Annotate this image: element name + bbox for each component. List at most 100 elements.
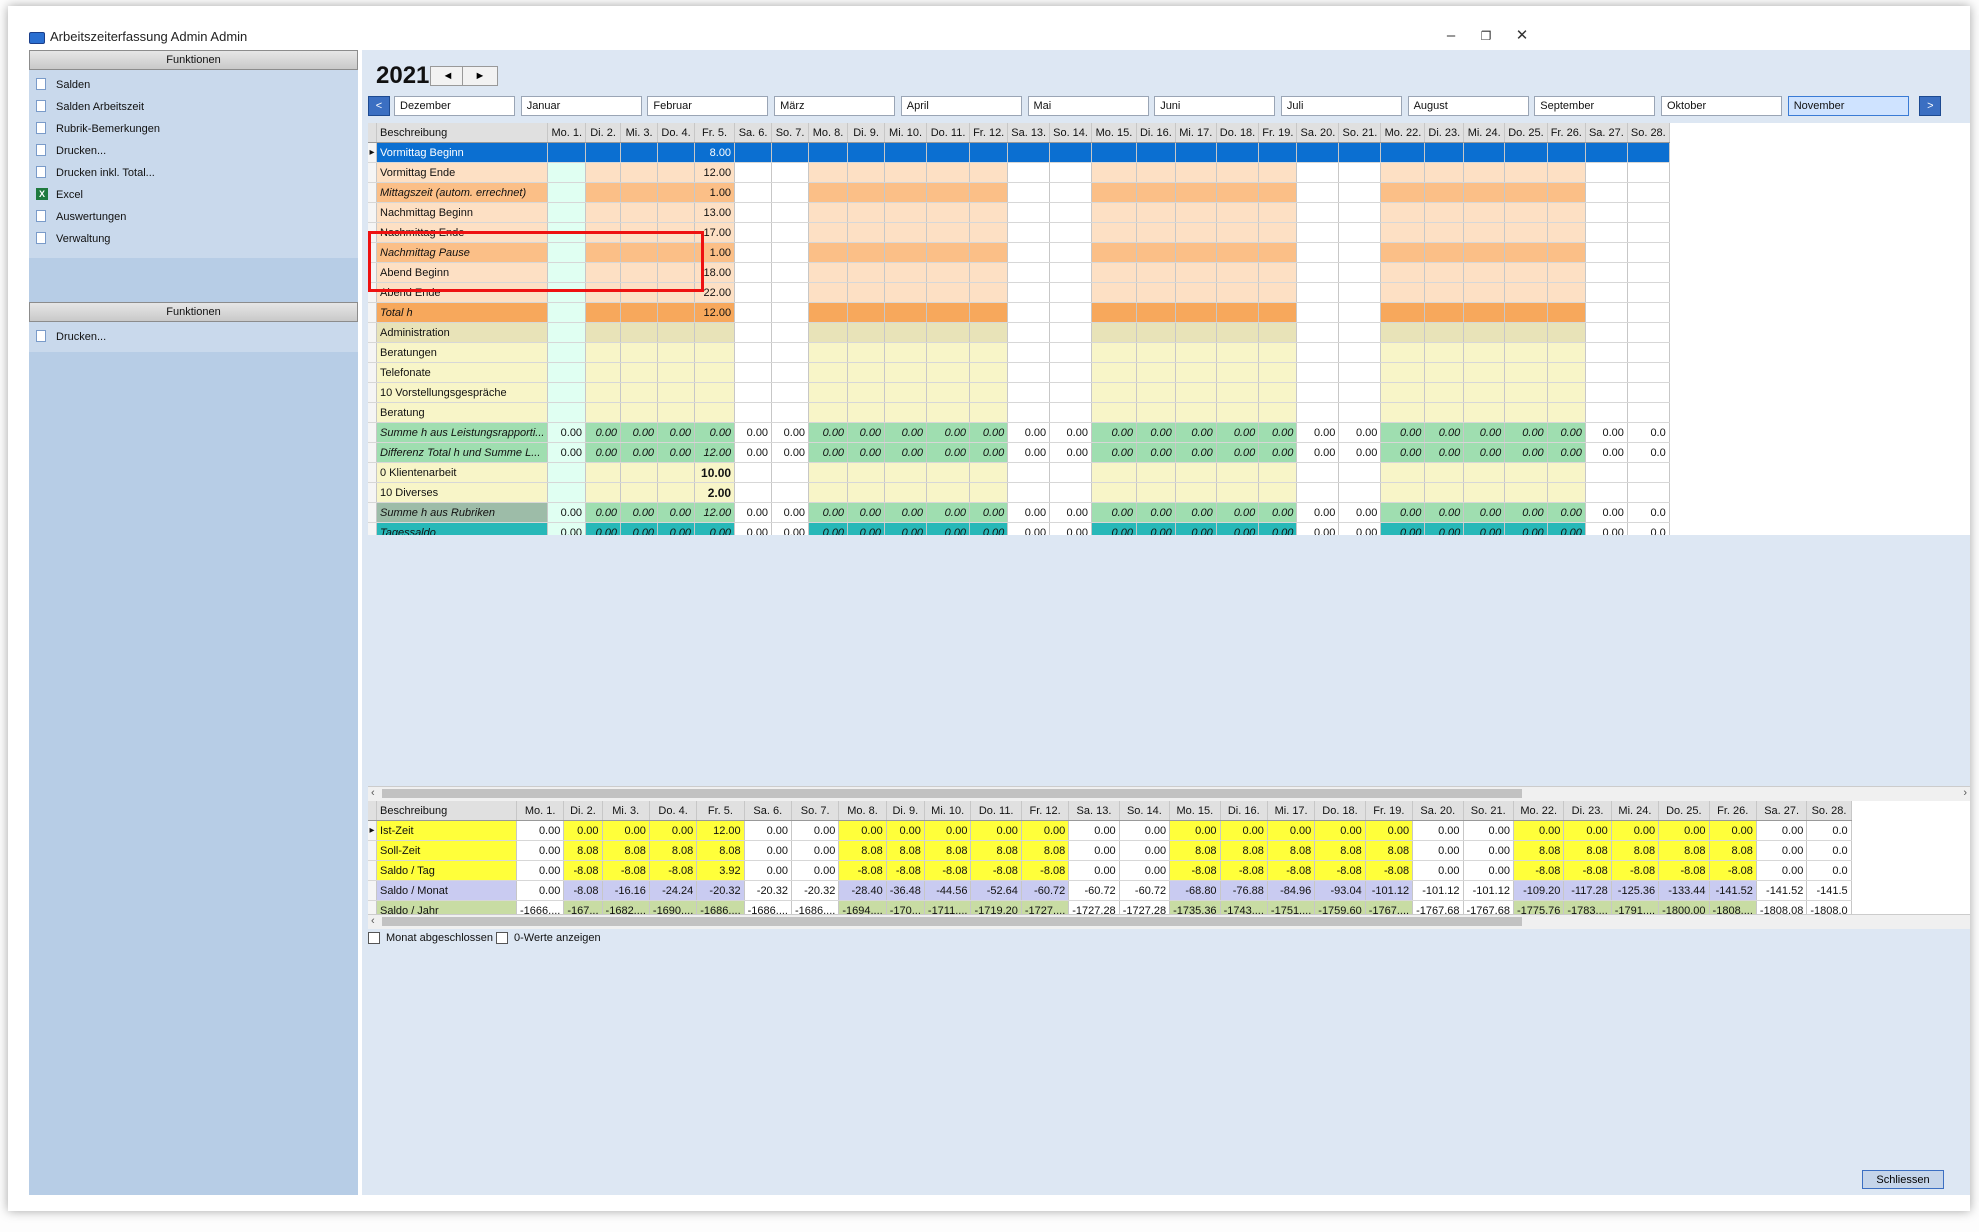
table-cell[interactable] (1463, 322, 1506, 343)
summary-cell[interactable]: 0.00 (516, 820, 565, 841)
table-cell[interactable] (1547, 462, 1586, 483)
table-cell[interactable] (1585, 362, 1628, 383)
table-cell[interactable] (771, 402, 810, 423)
summary-cell[interactable]: -1666.... (516, 900, 565, 915)
table-cell[interactable] (847, 202, 886, 223)
column-header-day[interactable]: Fr. 19. (1365, 801, 1414, 821)
table-row[interactable]: Administration (368, 322, 1670, 343)
table-cell[interactable] (847, 382, 886, 403)
summary-cell[interactable]: -1767.68 (1412, 900, 1464, 915)
table-cell[interactable]: 0.00 (1380, 422, 1426, 443)
table-cell[interactable] (585, 482, 622, 503)
table-cell[interactable]: 0.00 (1049, 422, 1092, 443)
table-cell[interactable] (1627, 262, 1670, 283)
table-cell[interactable] (734, 242, 773, 263)
table-cell[interactable] (1380, 322, 1426, 343)
table-cell[interactable]: 0.00 (585, 422, 622, 443)
table-cell[interactable] (1258, 142, 1298, 163)
table-cell[interactable] (1258, 402, 1298, 423)
column-header-day[interactable]: So. 21. (1463, 801, 1514, 821)
table-cell[interactable] (1380, 282, 1426, 303)
table-cell[interactable] (1136, 222, 1176, 243)
table-cell[interactable] (734, 462, 773, 483)
table-cell[interactable] (1380, 222, 1426, 243)
table-cell[interactable] (1585, 142, 1628, 163)
table-cell[interactable] (1504, 402, 1548, 423)
table-cell[interactable] (1424, 222, 1465, 243)
table-cell[interactable] (1175, 242, 1217, 263)
table-cell[interactable] (1424, 342, 1465, 363)
table-cell[interactable]: 0.00 (1175, 442, 1217, 463)
column-header-day[interactable]: Di. 9. (886, 801, 925, 821)
summary-cell[interactable]: -93.04 (1314, 880, 1366, 901)
column-header-day[interactable]: Mi. 3. (602, 801, 650, 821)
table-cell[interactable]: 0.00 (1175, 502, 1217, 523)
table-cell[interactable] (1585, 382, 1628, 403)
table-cell[interactable] (969, 482, 1009, 503)
table-cell[interactable] (1380, 462, 1426, 483)
table-cell[interactable]: 0.00 (1547, 502, 1586, 523)
summary-cell[interactable]: 0.00 (516, 840, 565, 861)
table-cell[interactable] (547, 182, 587, 203)
table-cell[interactable] (547, 242, 587, 263)
table-cell[interactable] (1175, 482, 1217, 503)
table-cell[interactable] (884, 322, 928, 343)
table-cell[interactable] (969, 162, 1009, 183)
table-cell[interactable] (1380, 142, 1426, 163)
summary-cell[interactable]: 0.00 (1365, 820, 1414, 841)
summary-cell[interactable]: -60.72 (1068, 880, 1120, 901)
summary-cell[interactable]: 0.00 (1068, 860, 1120, 881)
column-header-description[interactable]: Beschreibung (376, 801, 517, 821)
scroll-right-icon[interactable]: › (1963, 787, 1967, 799)
function-item[interactable]: Drucken inkl. Total... (29, 162, 358, 184)
table-cell[interactable]: 0.00 (969, 442, 1009, 463)
summary-cell[interactable]: 0.00 (1119, 860, 1171, 881)
table-cell[interactable] (969, 382, 1009, 403)
summary-cell[interactable]: -1686.... (791, 900, 840, 915)
table-cell[interactable]: 0.00 (620, 502, 659, 523)
table-cell[interactable] (1338, 322, 1382, 343)
summary-cell[interactable]: 0.00 (1314, 820, 1366, 841)
column-header-day[interactable]: Fr. 5. (696, 801, 745, 821)
table-row[interactable]: Nachmittag Pause 1.00 (368, 242, 1670, 263)
month-tab[interactable]: September (1534, 96, 1656, 116)
scroll-left-icon-2[interactable]: ‹ (371, 915, 375, 927)
table-cell[interactable] (620, 482, 659, 503)
table-cell[interactable] (1463, 162, 1506, 183)
table-cell[interactable] (1007, 222, 1051, 243)
column-header-day[interactable]: So. 14. (1119, 801, 1171, 821)
next-year-button[interactable]: ► (462, 66, 498, 86)
table-cell[interactable] (585, 242, 622, 263)
summary-cell[interactable]: -8.08 (602, 860, 650, 881)
table-cell[interactable] (969, 342, 1009, 363)
table-cell[interactable] (1380, 302, 1426, 323)
maximize-button[interactable]: ❐ (1471, 26, 1501, 46)
summary-cell[interactable]: 8.08 (1021, 840, 1070, 861)
table-cell[interactable] (1296, 182, 1340, 203)
table-cell[interactable] (1296, 162, 1340, 183)
summary-cell[interactable]: -20.32 (791, 880, 840, 901)
table-cell[interactable] (771, 302, 810, 323)
table-cell[interactable]: 0.00 (1547, 442, 1586, 463)
table-cell[interactable] (585, 382, 622, 403)
table-cell[interactable] (1424, 262, 1465, 283)
table-cell[interactable] (657, 262, 696, 283)
column-header-day[interactable]: Mi. 24. (1611, 801, 1660, 821)
table-cell[interactable]: 0.00 (620, 522, 659, 535)
summary-cell[interactable]: 8.08 (1513, 840, 1565, 861)
table-cell[interactable] (1424, 382, 1465, 403)
summary-cell[interactable]: 0.00 (1169, 820, 1221, 841)
month-tab[interactable]: August (1407, 96, 1529, 116)
table-cell[interactable]: 0.00 (1424, 442, 1465, 463)
summary-cell[interactable]: -141.5 (1806, 880, 1852, 901)
table-cell[interactable] (808, 462, 849, 483)
table-cell[interactable] (1380, 342, 1426, 363)
summary-cell[interactable]: -8.08 (1563, 860, 1612, 881)
summary-cell[interactable]: 12.00 (696, 820, 745, 841)
table-cell[interactable] (1007, 322, 1051, 343)
table-cell[interactable]: 0.00 (1258, 502, 1298, 523)
summary-cell[interactable]: 0.00 (1611, 820, 1660, 841)
table-cell[interactable] (808, 362, 849, 383)
table-cell[interactable]: 0.00 (1091, 442, 1137, 463)
table-cell[interactable] (926, 482, 971, 503)
